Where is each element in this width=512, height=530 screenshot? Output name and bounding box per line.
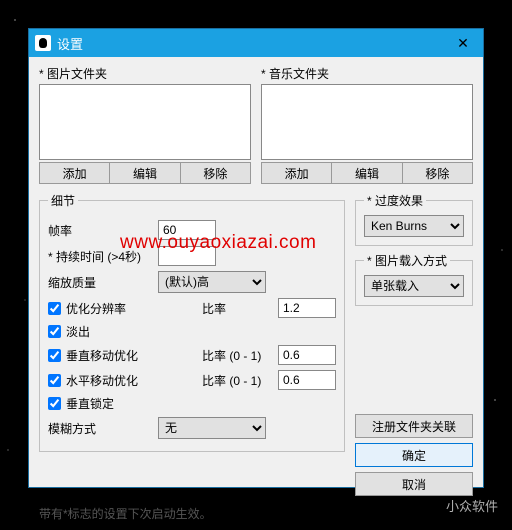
music-folder-group: * 音乐文件夹 添加 编辑 移除	[261, 65, 473, 184]
image-add-button[interactable]: 添加	[39, 162, 110, 184]
music-add-button[interactable]: 添加	[261, 162, 332, 184]
music-edit-button[interactable]: 编辑	[332, 162, 402, 184]
transition-fieldset: * 过度效果 Ken Burns	[355, 192, 473, 246]
image-edit-button[interactable]: 编辑	[110, 162, 180, 184]
blur-label: 模糊方式	[48, 420, 158, 437]
music-remove-button[interactable]: 移除	[403, 162, 473, 184]
image-folder-label: * 图片文件夹	[39, 65, 251, 82]
close-button[interactable]: ✕	[443, 29, 483, 57]
footnote: 带有*标志的设置下次启动生效。	[39, 505, 473, 522]
duration-input[interactable]	[158, 246, 216, 266]
detail-fieldset: 细节 帧率 * 持续时间 (>4秒) 缩放质量 (默认)高	[39, 192, 345, 452]
music-folder-label: * 音乐文件夹	[261, 65, 473, 82]
ratio-input[interactable]	[278, 298, 336, 318]
blur-select[interactable]: 无	[158, 417, 266, 439]
loading-fieldset: * 图片载入方式 单张载入	[355, 252, 473, 306]
transition-select[interactable]: Ken Burns	[364, 215, 464, 237]
optimize-res-checkbox[interactable]	[48, 302, 61, 315]
settings-window: 设置 ✕ * 图片文件夹 添加 编辑 移除 * 音乐文件夹 添加 编辑 移除	[28, 28, 484, 488]
quality-label: 缩放质量	[48, 274, 158, 291]
fps-input[interactable]	[158, 220, 216, 240]
music-folder-list[interactable]	[261, 84, 473, 160]
ok-button[interactable]: 确定	[355, 443, 473, 467]
duration-label: * 持续时间 (>4秒)	[48, 248, 158, 265]
loading-select[interactable]: 单张载入	[364, 275, 464, 297]
image-folder-list[interactable]	[39, 84, 251, 160]
transition-legend: * 过度效果	[364, 192, 426, 209]
window-content: * 图片文件夹 添加 编辑 移除 * 音乐文件夹 添加 编辑 移除	[29, 57, 483, 530]
vmove-label: 垂直移动优化	[66, 347, 202, 364]
hratio-input[interactable]	[278, 370, 336, 390]
app-icon	[35, 35, 51, 51]
vlock-checkbox[interactable]	[48, 397, 61, 410]
hmove-label: 水平移动优化	[66, 372, 202, 389]
vlock-label: 垂直锁定	[66, 395, 336, 412]
cancel-button[interactable]: 取消	[355, 472, 473, 496]
fps-label: 帧率	[48, 222, 158, 239]
hratio-label: 比率 (0 - 1)	[202, 372, 278, 389]
vratio-label: 比率 (0 - 1)	[202, 347, 278, 364]
detail-legend: 细节	[48, 192, 78, 209]
quality-select[interactable]: (默认)高	[158, 271, 266, 293]
vratio-input[interactable]	[278, 345, 336, 365]
register-button[interactable]: 注册文件夹关联	[355, 414, 473, 438]
image-remove-button[interactable]: 移除	[181, 162, 251, 184]
titlebar[interactable]: 设置 ✕	[29, 29, 483, 57]
hmove-checkbox[interactable]	[48, 374, 61, 387]
fadeout-label: 淡出	[66, 323, 336, 340]
ratio-label: 比率	[202, 300, 278, 317]
optimize-res-label: 优化分辨率	[66, 300, 202, 317]
fadeout-checkbox[interactable]	[48, 325, 61, 338]
loading-legend: * 图片载入方式	[364, 252, 450, 269]
image-folder-group: * 图片文件夹 添加 编辑 移除	[39, 65, 251, 184]
window-title: 设置	[57, 34, 443, 53]
vmove-checkbox[interactable]	[48, 349, 61, 362]
